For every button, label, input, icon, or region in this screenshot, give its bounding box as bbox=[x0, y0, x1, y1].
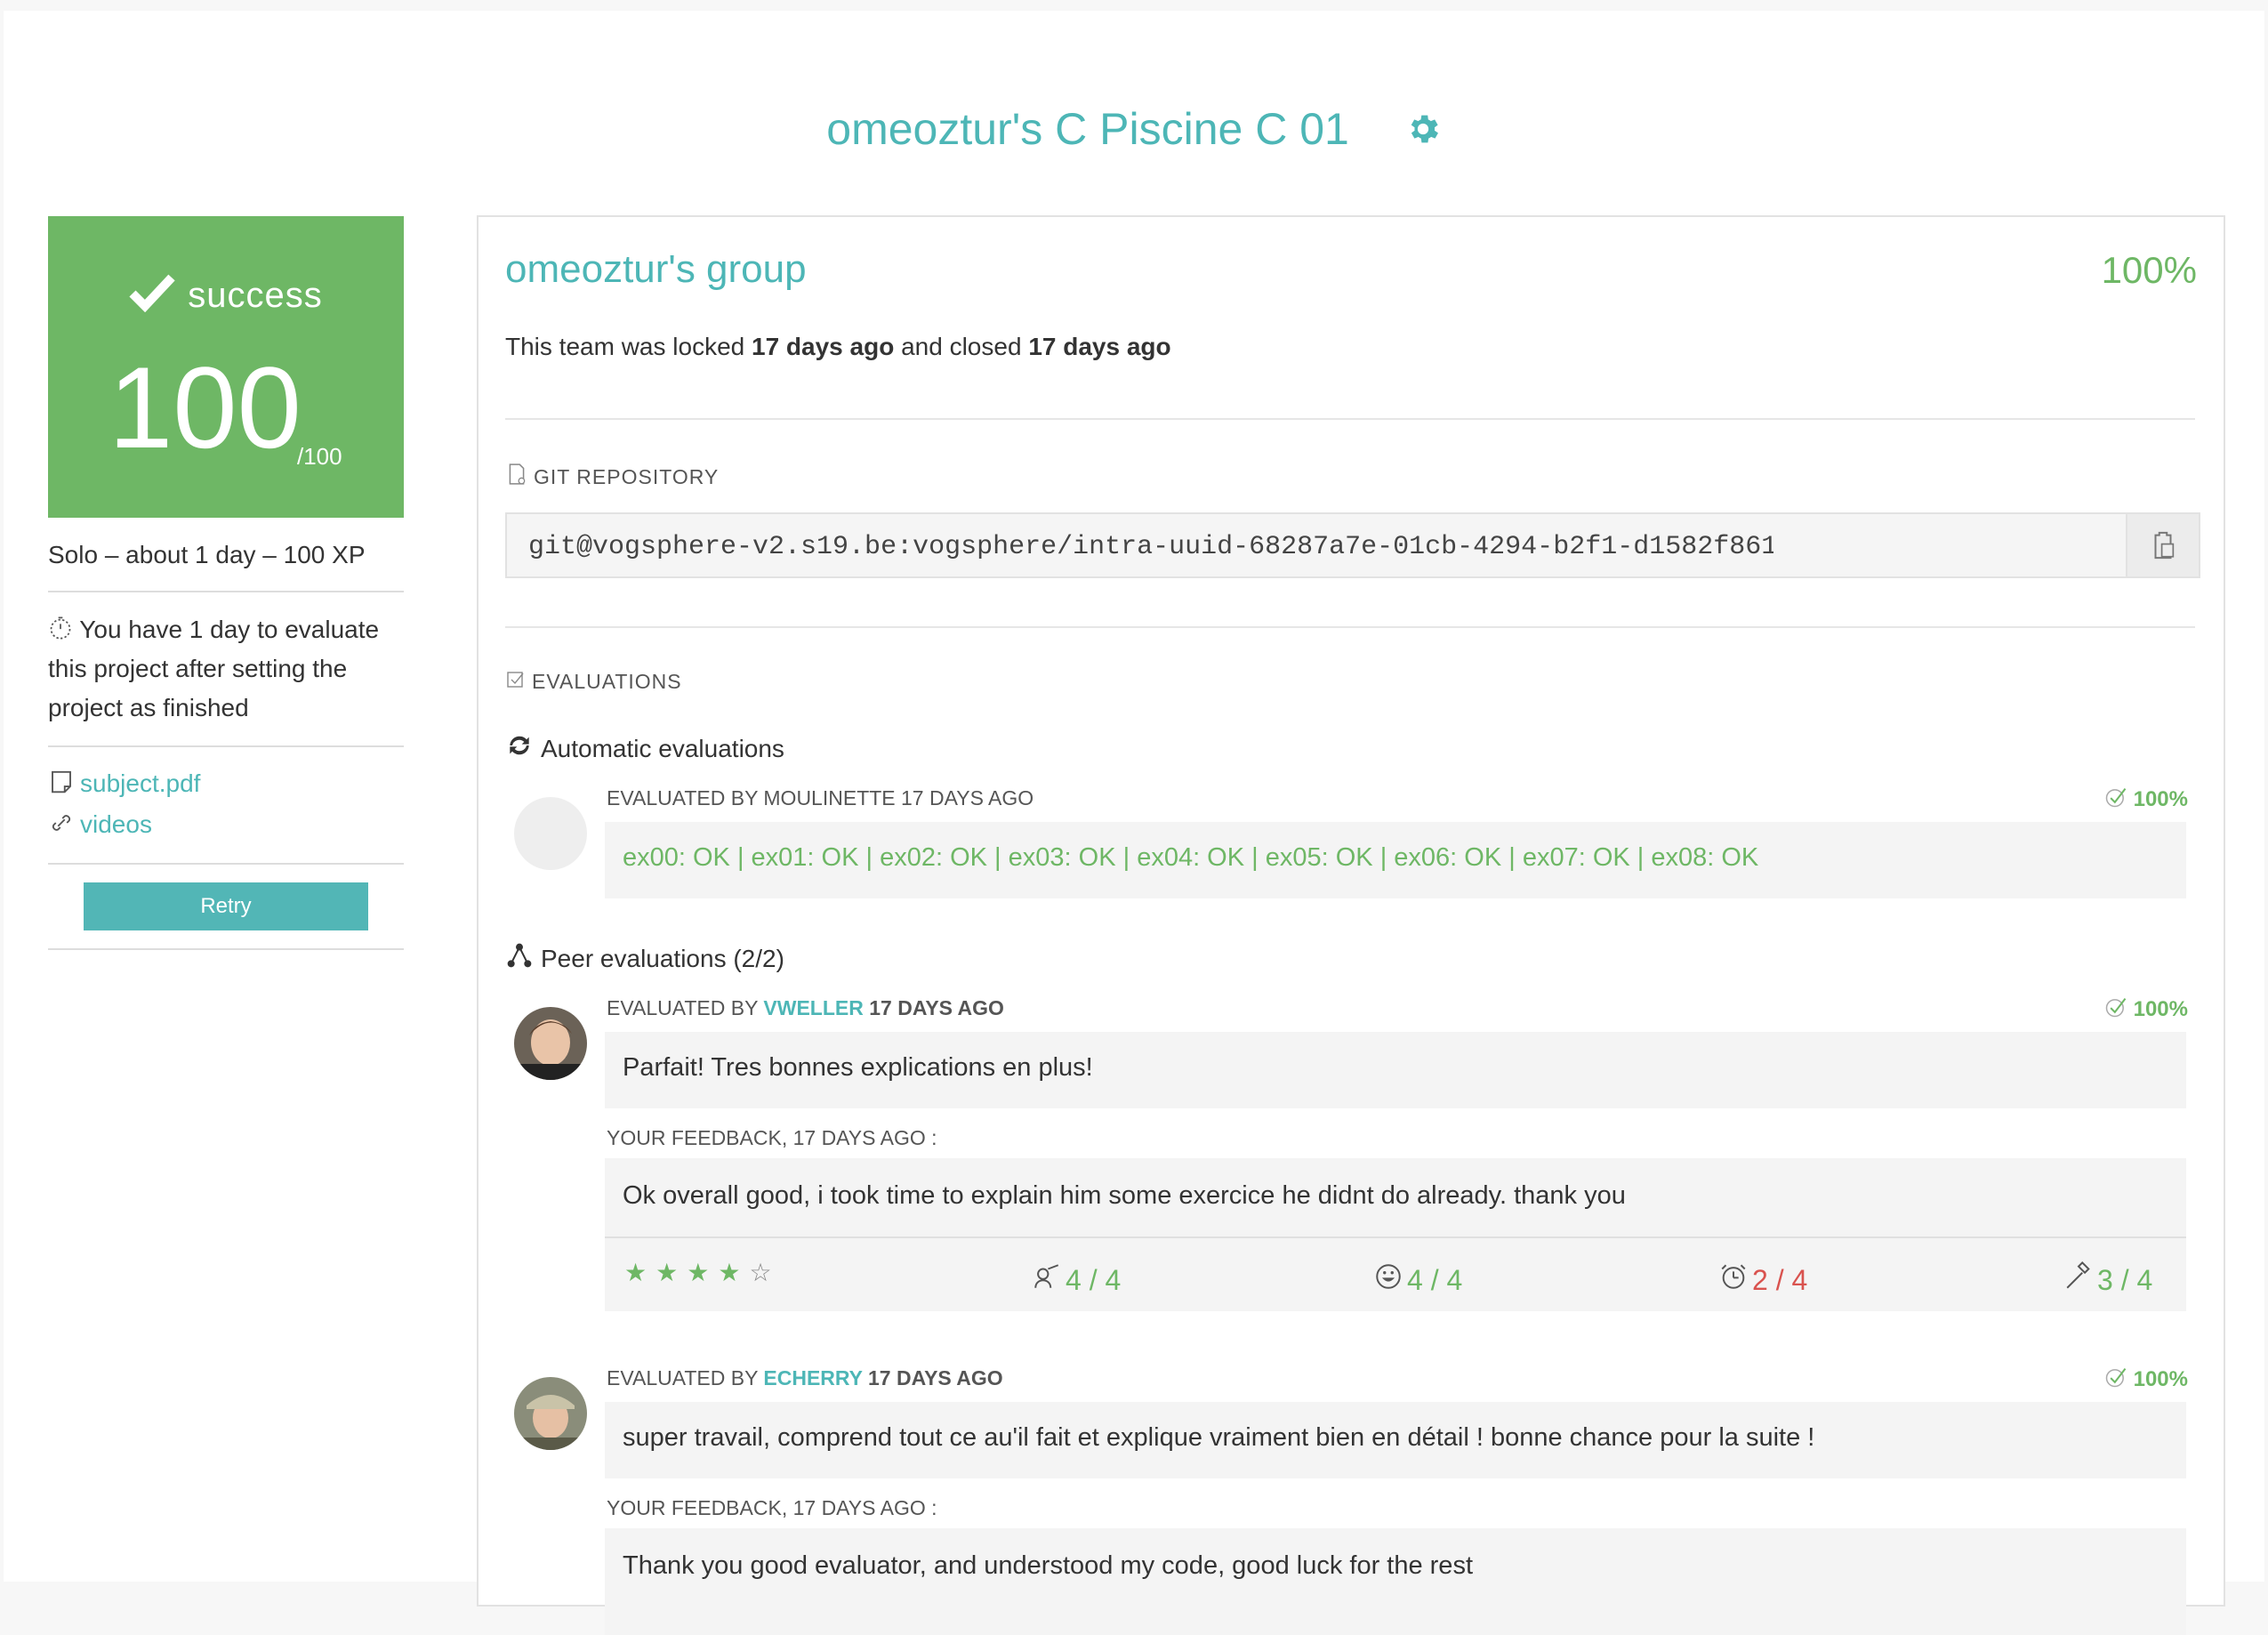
star-rating: ★★★★☆ bbox=[624, 1258, 781, 1287]
subject-link[interactable]: subject.pdf bbox=[48, 763, 404, 804]
group-name[interactable]: omeoztur's group bbox=[505, 247, 807, 292]
refresh-icon bbox=[510, 736, 529, 755]
presenter-icon bbox=[1034, 1264, 1059, 1288]
stopwatch-icon bbox=[50, 616, 71, 640]
evaluator-link[interactable]: ECHERRY bbox=[763, 1366, 862, 1389]
resource-links: subject.pdf videos bbox=[48, 747, 404, 865]
divider bbox=[505, 626, 2195, 628]
star-icon: ★ bbox=[624, 1259, 656, 1286]
project-meta: Solo – about 1 day – 100 XP bbox=[48, 541, 404, 592]
network-icon bbox=[507, 943, 532, 968]
peer-eval-comment: super travail, comprend tout ce au'il fa… bbox=[605, 1402, 2186, 1478]
rating-friendly: 4 / 4 bbox=[1373, 1261, 1462, 1297]
peer-eval-comment: Parfait! Tres bonnes explications en plu… bbox=[605, 1032, 2186, 1108]
retry-button[interactable]: Retry bbox=[84, 882, 368, 930]
score-value: 100 bbox=[109, 342, 302, 472]
moulinette-avatar bbox=[514, 797, 587, 870]
status-label: success bbox=[48, 271, 404, 316]
project-sidebar: success 100 /100 Solo – about 1 day – 10… bbox=[48, 216, 404, 950]
checkbox-icon bbox=[507, 672, 524, 688]
score-max: /100 bbox=[297, 443, 342, 470]
rating-interest: 4 / 4 bbox=[1032, 1261, 1121, 1297]
automatic-eval-result: ex00: OK | ex01: OK | ex02: OK | ex03: O… bbox=[605, 822, 2186, 898]
document-icon bbox=[52, 770, 71, 793]
rating-punctuality: 2 / 4 bbox=[1718, 1261, 1807, 1297]
retry-section: Retry bbox=[48, 865, 404, 950]
smile-icon bbox=[1376, 1264, 1401, 1289]
peer-evaluations-title: Peer evaluations (2/2) bbox=[505, 941, 784, 973]
star-icon: ★ bbox=[655, 1259, 688, 1286]
git-repo-header: GIT REPOSITORY bbox=[505, 463, 719, 489]
page-title: omeoztur's C Piscine C 01 bbox=[826, 104, 1349, 154]
git-repo-url[interactable]: git@vogsphere-v2.s19.be:vogsphere/intra-… bbox=[528, 532, 1773, 562]
page-title-bar: omeoztur's C Piscine C 01 bbox=[4, 103, 2264, 158]
check-circle-icon bbox=[2105, 1368, 2126, 1388]
videos-link[interactable]: videos bbox=[48, 804, 404, 845]
file-icon bbox=[509, 463, 526, 485]
automatic-evaluations-title: Automatic evaluations bbox=[505, 731, 784, 763]
status-card: success 100 /100 bbox=[48, 216, 404, 518]
automatic-eval-percent: 100% bbox=[2103, 785, 2188, 812]
peer-eval-percent: 100% bbox=[2103, 995, 2188, 1022]
link-icon bbox=[52, 815, 71, 831]
check-circle-icon bbox=[2105, 788, 2126, 808]
peer-eval-header: EVALUATED BY VWELLER 17 DAYS AGO bbox=[607, 996, 1004, 1019]
feedback-header: YOUR FEEDBACK, 17 DAYS AGO : bbox=[607, 1126, 937, 1149]
checkmark-icon bbox=[129, 274, 175, 313]
avatar[interactable] bbox=[514, 1377, 587, 1450]
clipboard-icon bbox=[2154, 531, 2175, 560]
avatar[interactable] bbox=[514, 1007, 587, 1080]
star-empty-icon: ☆ bbox=[749, 1259, 781, 1286]
check-circle-icon bbox=[2105, 998, 2126, 1018]
team-panel: omeoztur's group 100% This team was lock… bbox=[477, 215, 2225, 1635]
automatic-eval-header: EVALUATED BY MOULINETTE 17 DAYS AGO bbox=[607, 786, 1034, 809]
feedback-text: Thank you good evaluator, and understood… bbox=[623, 1551, 1473, 1580]
rating-rigor: 3 / 4 bbox=[2063, 1261, 2152, 1297]
peer-eval-percent: 100% bbox=[2103, 1365, 2188, 1392]
group-percent: 100% bbox=[2101, 249, 2197, 291]
evaluator-link[interactable]: VWELLER bbox=[763, 996, 863, 1019]
evaluation-note: You have 1 day to evaluate this project … bbox=[48, 592, 404, 747]
page: omeoztur's C Piscine C 01 success 100 /1… bbox=[4, 11, 2264, 1635]
feedback-box: Thank you good evaluator, and understood… bbox=[605, 1528, 2186, 1635]
gear-icon[interactable] bbox=[1404, 107, 1442, 158]
feedback-text: Ok overall good, i took time to explain … bbox=[623, 1181, 1626, 1210]
star-icon: ★ bbox=[687, 1259, 719, 1286]
evaluations-header: EVALUATIONS bbox=[505, 669, 682, 694]
copy-button[interactable] bbox=[2126, 514, 2199, 576]
alarm-clock-icon bbox=[1721, 1264, 1746, 1289]
feedback-ratings: ★★★★☆ 4 / 4 4 / 4 2 / 4 3 / 4 bbox=[605, 1236, 2186, 1309]
feedback-header: YOUR FEEDBACK, 17 DAYS AGO : bbox=[607, 1496, 937, 1519]
divider bbox=[505, 418, 2195, 420]
feedback-box: Ok overall good, i took time to explain … bbox=[605, 1158, 2186, 1311]
git-repo-field[interactable]: git@vogsphere-v2.s19.be:vogsphere/intra-… bbox=[505, 512, 2200, 578]
team-status-text: This team was locked 17 days ago and clo… bbox=[505, 333, 1171, 360]
peer-eval-header: EVALUATED BY ECHERRY 17 DAYS AGO bbox=[607, 1366, 1003, 1389]
hammer-icon bbox=[2066, 1261, 2090, 1289]
star-icon: ★ bbox=[718, 1259, 750, 1286]
